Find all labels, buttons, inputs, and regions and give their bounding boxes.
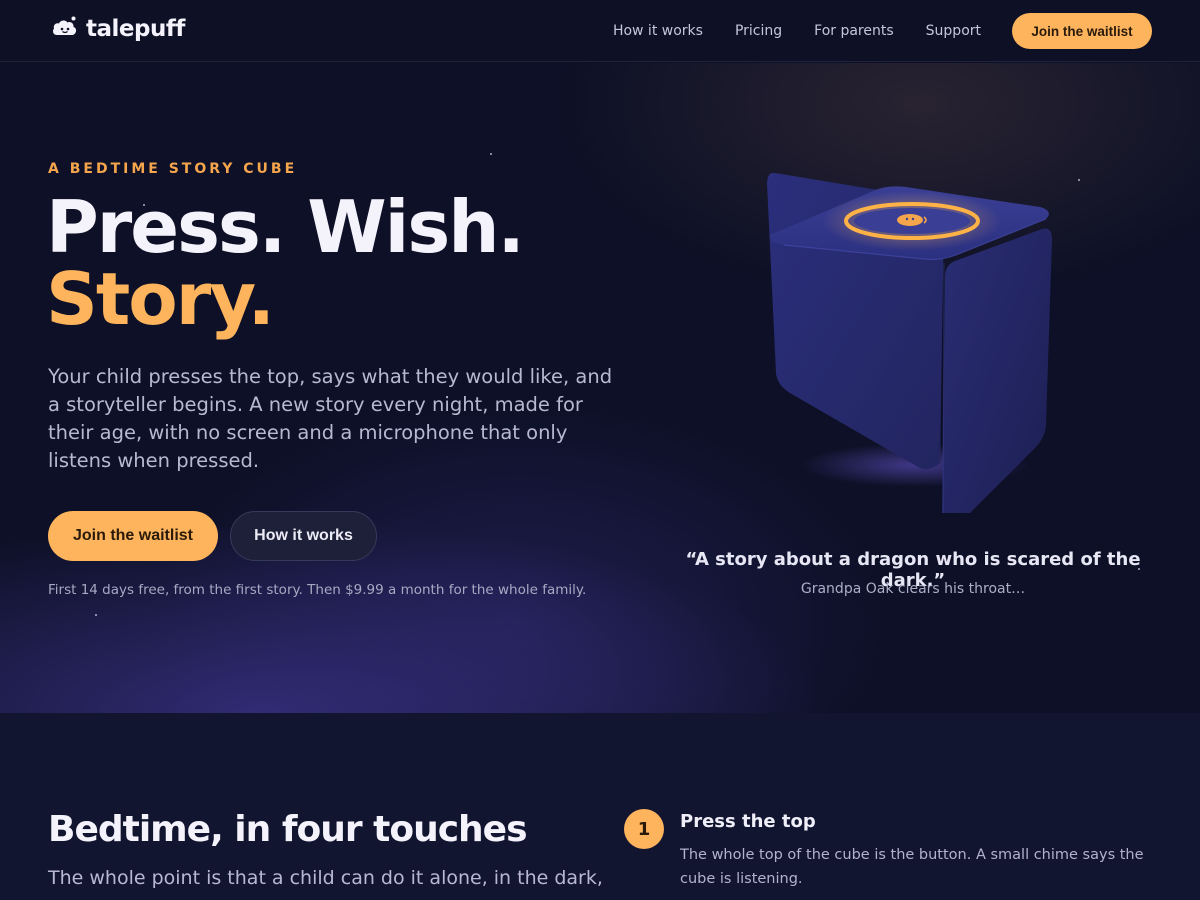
- nav-join-waitlist-button[interactable]: Join the waitlist: [1012, 13, 1152, 49]
- hero-headline: Press. Wish. Story.: [46, 185, 525, 341]
- nav-links: How it works Pricing For parents Support: [613, 0, 981, 62]
- top-nav: talepuff How it works Pricing For parent…: [0, 0, 1200, 62]
- storyteller-response: Grandpa Oak clears his throat…: [800, 581, 1026, 597]
- nav-link-support[interactable]: Support: [926, 23, 981, 39]
- hero-how-it-works-button[interactable]: How it works: [230, 511, 377, 561]
- step-number-badge: 1: [624, 809, 664, 849]
- step-title: Press the top: [680, 811, 816, 832]
- star-decoration: [490, 153, 492, 155]
- hero-join-waitlist-button[interactable]: Join the waitlist: [48, 511, 218, 561]
- hero-eyebrow: A BEDTIME STORY CUBE: [48, 161, 298, 177]
- hero-section: A BEDTIME STORY CUBE Press. Wish. Story.…: [0, 63, 1200, 713]
- step-description: The whole top of the cube is the button.…: [680, 847, 1144, 887]
- hero-headline-line1: Press. Wish.: [46, 185, 525, 269]
- story-cube-illustration: [740, 172, 1080, 533]
- landing-page: talepuff How it works Pricing For parent…: [0, 0, 1200, 900]
- brand-name: talepuff: [86, 16, 185, 42]
- hero-headline-line2: Story.: [46, 257, 275, 341]
- nav-link-for-parents[interactable]: For parents: [814, 23, 894, 39]
- cloud-face-icon: [52, 15, 78, 43]
- how-it-works-title: Bedtime, in four touches: [48, 809, 528, 850]
- brand-logo[interactable]: talepuff: [52, 15, 185, 43]
- how-it-works-intro: The whole point is that a child can do i…: [48, 867, 603, 889]
- nav-link-pricing[interactable]: Pricing: [735, 23, 782, 39]
- pricing-fineprint: First 14 days free, from the first story…: [48, 582, 587, 598]
- how-it-works-section: Bedtime, in four touches The whole point…: [0, 713, 1200, 900]
- hero-description: Your child presses the top, says what th…: [48, 365, 613, 472]
- star-decoration: [95, 614, 97, 616]
- nav-link-how-it-works[interactable]: How it works: [613, 23, 703, 39]
